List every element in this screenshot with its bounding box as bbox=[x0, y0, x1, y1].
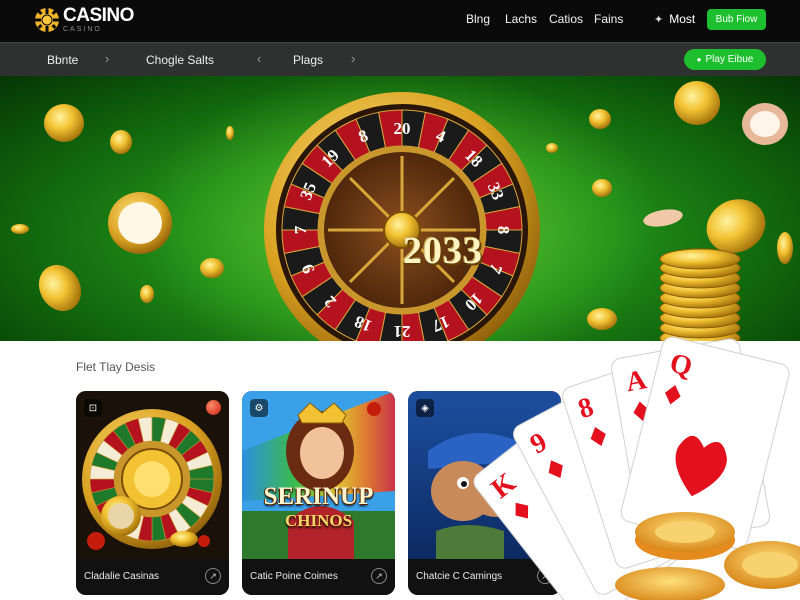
most-menu[interactable]: ✦ Most bbox=[654, 12, 695, 26]
hero-illustration: 20 41833871017211829735198 bbox=[11, 76, 793, 341]
card-art-subtitle: CHINOS bbox=[284, 511, 353, 530]
sparkle-icon: ✦ bbox=[654, 13, 664, 26]
top-navigation-bar: CASINO CASINO Blng Lachs Catios Fains ✦ … bbox=[0, 0, 800, 42]
nav-item-2[interactable]: Lachs bbox=[505, 12, 537, 26]
arrow-up-right-icon[interactable]: ↗ bbox=[371, 568, 387, 584]
nav-item-3[interactable]: Catios bbox=[549, 12, 583, 26]
subnav-item-1[interactable]: Bbnte bbox=[47, 53, 78, 67]
header-cta-button[interactable]: Bub Fiow bbox=[707, 9, 766, 30]
roulette-number: 20 bbox=[394, 119, 411, 138]
roulette-number: 21 bbox=[394, 322, 411, 341]
card-title: Cladalie Casinas bbox=[84, 571, 160, 582]
roulette-number: 7 bbox=[291, 225, 310, 234]
nav-item-4[interactable]: Fains bbox=[594, 12, 623, 26]
nav-item-1[interactable]: Blng bbox=[466, 12, 490, 26]
subnav-item-2[interactable]: Chogle Salts bbox=[146, 53, 214, 67]
secondary-navigation-bar: Bbnte › Chogle Salts ‹ Plags › ● Play Ei… bbox=[0, 42, 800, 76]
section-title: Flet Tlay Desis bbox=[76, 360, 156, 374]
hero-banner[interactable]: 2041833871017211829735198 bbox=[0, 76, 800, 341]
subnav-item-3[interactable]: Plags bbox=[293, 53, 323, 67]
arrow-up-right-icon[interactable]: ↗ bbox=[205, 568, 221, 584]
most-label: Most bbox=[669, 12, 696, 26]
play-icon: ● bbox=[696, 55, 702, 64]
game-card-roulette[interactable]: ⊡ Cladalie Casinas ↗ bbox=[76, 391, 229, 595]
card-footer: Cladalie Casinas ↗ bbox=[76, 559, 229, 595]
card-footer: Catic Poine Coimes ↗ bbox=[242, 559, 395, 595]
chevron-right-icon[interactable]: › bbox=[351, 51, 355, 66]
card-category-icon: ⚙ bbox=[250, 399, 268, 417]
card-category-icon: ⊡ bbox=[84, 399, 102, 417]
card-title: Catic Poine Coimes bbox=[250, 571, 338, 582]
playing-cards-decoration: K98A Q bbox=[473, 336, 800, 600]
logo-subtext: CASINO bbox=[63, 26, 102, 33]
subnav-cta-label: Play Eibue bbox=[705, 54, 754, 65]
ball-icon bbox=[206, 400, 221, 415]
subnav-cta-button[interactable]: ● Play Eibue bbox=[684, 49, 766, 70]
card-category-icon: ◈ bbox=[416, 399, 434, 417]
chevron-left-icon[interactable]: ‹ bbox=[257, 51, 261, 66]
game-card-slots[interactable]: SERINUP CHINOS ⚙ Catic Poine Coimes ↗ bbox=[242, 391, 395, 595]
hero-year-text: 2033 bbox=[403, 230, 483, 272]
roulette-number: 8 bbox=[494, 226, 513, 235]
casino-logo[interactable]: CASINO CASINO bbox=[34, 6, 134, 33]
casino-chip-icon bbox=[35, 7, 59, 32]
card-art-title: SERINUP bbox=[263, 483, 374, 510]
logo-wordmark: CASINO bbox=[63, 5, 134, 26]
chevron-right-icon: › bbox=[105, 51, 110, 66]
